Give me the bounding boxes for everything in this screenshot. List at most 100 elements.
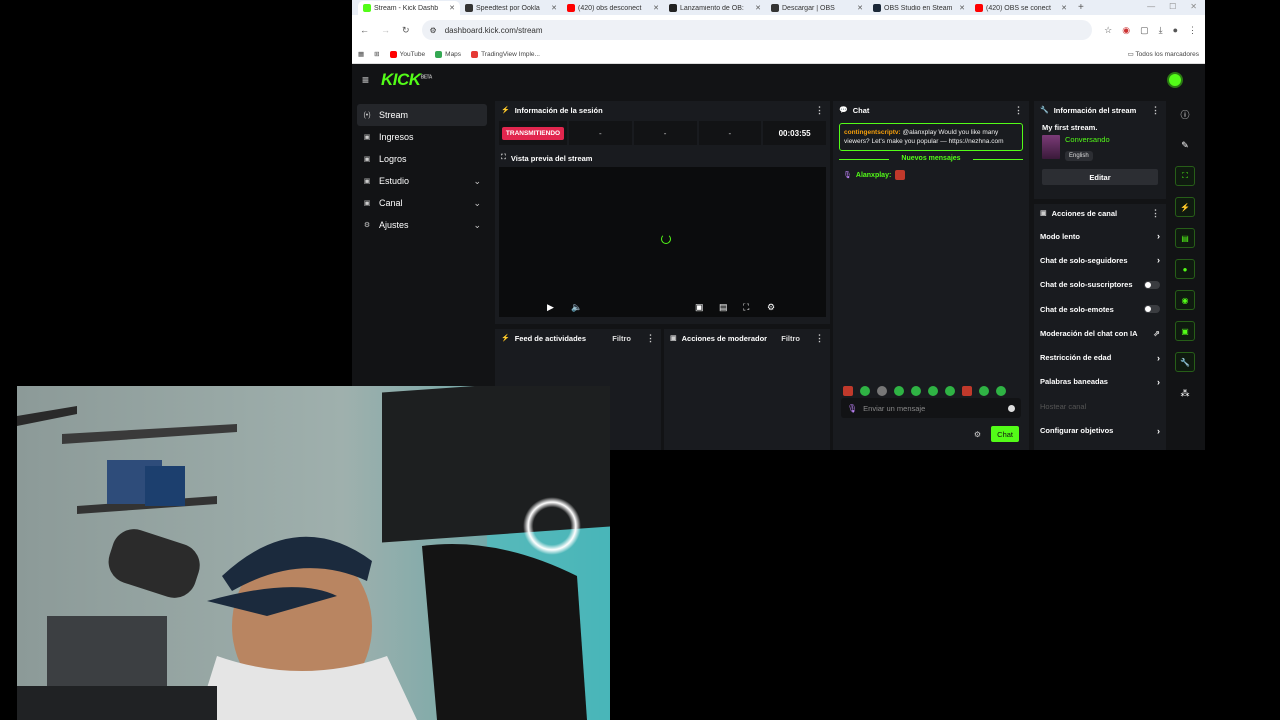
fullscreen-icon[interactable]: ⛶ [743,302,749,313]
info-icon[interactable]: ⓘ [1175,104,1195,124]
hamburger-menu-icon[interactable]: ≡ [362,73,369,87]
emote-icon[interactable] [894,386,904,396]
extensions-puzzle-icon[interactable]: ▢ [1140,25,1149,36]
pencil-icon[interactable]: ✎ [1175,135,1195,155]
user-avatar[interactable] [1167,72,1183,88]
forward-icon[interactable]: → [381,25,390,35]
emote-icon[interactable] [928,386,938,396]
tab-close-icon[interactable]: ✕ [959,4,965,12]
browser-tab[interactable]: Descargar | OBS ✕ [766,1,868,15]
channel-action-item[interactable]: Restricción de edad › [1034,345,1166,369]
close-window-icon[interactable]: ✕ [1190,2,1197,11]
settings-gear-icon[interactable]: ⚙ [767,302,775,313]
browser-tab[interactable]: Lanzamiento de OB: ✕ [664,1,766,15]
theater-icon[interactable]: ▤ [719,302,728,313]
more-options-icon[interactable]: ⋮ [1014,105,1023,116]
moderation-widget-icon[interactable]: ▣ [1175,321,1195,341]
emote-icon[interactable] [860,386,870,396]
connections-icon[interactable]: ⁂ [1175,383,1195,403]
new-messages-divider[interactable]: Nuevos mensajes [833,155,1029,162]
sidebar-item-logros[interactable]: ▣ Logros [357,148,487,170]
lightning-widget-icon[interactable]: ⚡ [1175,197,1195,217]
mod-filter-button[interactable]: Filtro [781,334,800,343]
send-chat-button[interactable]: Chat [991,426,1019,442]
highlighted-message[interactable]: contingentscriptv: @alanxplay Would you … [839,123,1023,152]
tab-close-icon[interactable]: ✕ [755,4,761,12]
channel-action-item[interactable]: Configurar objetivos › [1034,418,1166,442]
browser-tab[interactable]: Stream - Kick Dashb ✕ [358,1,460,15]
chat-message-input[interactable]: 🎙 Enviar un mensaje [841,398,1021,418]
download-icon[interactable]: ⤓ [1159,25,1163,36]
play-icon[interactable]: ▶ [547,302,554,313]
chevron-down-icon[interactable]: ⌄ [473,176,481,187]
kick-logo[interactable]: KICKBETA [381,70,432,90]
channel-action-item[interactable]: Moderación del chat con IA ⇗ [1034,321,1166,345]
chat-username[interactable]: Alanxplay: [856,172,891,179]
preview-widget-icon[interactable]: ⛶ [1175,166,1195,186]
tab-close-icon[interactable]: ✕ [857,4,863,12]
emote-icon[interactable] [911,386,921,396]
sidebar-item-ajustes[interactable]: ⚙ Ajustes ⌄ [357,214,487,236]
more-options-icon[interactable]: ⋮ [1151,105,1160,116]
more-options-icon[interactable]: ⋮ [646,333,655,344]
sidebar-item-stream[interactable]: (•) Stream [357,104,487,126]
volume-icon[interactable]: 🔈 [571,302,582,313]
sidebar-item-estudio[interactable]: ▣ Estudio ⌄ [357,170,487,192]
browser-tab[interactable]: OBS Studio en Steam ✕ [868,1,970,15]
stream-preview[interactable]: ▶ 🔈 ▣ ▤ ⛶ ⚙ [499,167,826,317]
toggle-switch[interactable] [1144,280,1160,289]
menu-kebab-icon[interactable]: ⋮ [1188,25,1197,36]
sidebar-item-canal[interactable]: ▣ Canal ⌄ [357,192,487,214]
chevron-down-icon[interactable]: ⌄ [473,198,481,209]
all-bookmarks[interactable]: ▭ Todos los marcadores [1128,50,1199,58]
toggle-switch[interactable] [1144,305,1160,314]
browser-tab[interactable]: (420) OBS se conect ✕ [970,1,1072,15]
browser-tab[interactable]: Speedtest por Ookla ✕ [460,1,562,15]
browser-tab[interactable]: (420) obs desconect ✕ [562,1,664,15]
emote-icon[interactable] [996,386,1006,396]
reload-icon[interactable]: ↻ [402,25,410,36]
notes-widget-icon[interactable]: ▤ [1175,228,1195,248]
channel-action-item[interactable]: Modo lento › [1034,224,1166,248]
url-field[interactable]: ⚙ dashboard.kick.com/stream [421,20,1093,40]
emote-icon[interactable] [945,386,955,396]
activity-filter-button[interactable]: Filtro [612,334,631,343]
bookmark-star-icon[interactable]: ☆ [1104,25,1112,36]
bookmark-item[interactable]: YouTube [389,50,425,58]
broadcast-widget-icon[interactable]: ◉ [1175,290,1195,310]
bookmark-item[interactable]: TradingView Imple... [471,50,540,58]
new-tab-button[interactable]: + [1078,2,1084,15]
more-options-icon[interactable]: ⋮ [1151,208,1160,219]
emote-icon[interactable] [962,386,972,396]
tab-close-icon[interactable]: ✕ [1061,4,1067,12]
chevron-down-icon[interactable]: ⌄ [473,220,481,231]
wrench-widget-icon[interactable]: 🔧 [1175,352,1195,372]
more-options-icon[interactable]: ⋮ [815,333,824,344]
apps-icon[interactable]: ▦ [358,50,364,58]
category-name[interactable]: Conversando [1065,135,1110,144]
back-icon[interactable]: ← [360,25,369,35]
edit-stream-button[interactable]: Editar [1042,169,1158,185]
tab-close-icon[interactable]: ✕ [449,4,455,12]
channel-action-item[interactable]: Chat de solo-emotes [1034,297,1166,321]
channel-action-item[interactable]: Palabras baneadas › [1034,370,1166,394]
channel-action-item[interactable]: Chat de solo-suscriptores [1034,273,1166,297]
tab-close-icon[interactable]: ✕ [551,4,557,12]
chat-settings-icon[interactable]: ⚙ [974,430,981,439]
emote-icon[interactable] [877,386,887,396]
more-options-icon[interactable]: ⋮ [815,105,824,116]
emote-icon[interactable] [843,386,853,396]
emoji-picker-icon[interactable] [1008,404,1015,412]
extension-icon[interactable]: ◉ [1122,25,1130,36]
profile-avatar-icon[interactable]: ● [1173,25,1178,36]
minimize-icon[interactable]: — [1147,2,1155,11]
mic-icon[interactable]: 🎙 [847,404,857,413]
sidebar-item-ingresos[interactable]: ▣ Ingresos [357,126,487,148]
channel-action-item[interactable]: Chat de solo-seguidores › [1034,248,1166,272]
pip-icon[interactable]: ▣ [695,302,704,313]
grid-icon[interactable]: ⊞ [374,50,379,58]
site-info-icon[interactable]: ⚙ [430,26,437,35]
message-username[interactable]: contingentscriptv: [844,129,901,136]
bookmark-item[interactable]: Maps [435,50,461,58]
chat-widget-icon[interactable]: ● [1175,259,1195,279]
